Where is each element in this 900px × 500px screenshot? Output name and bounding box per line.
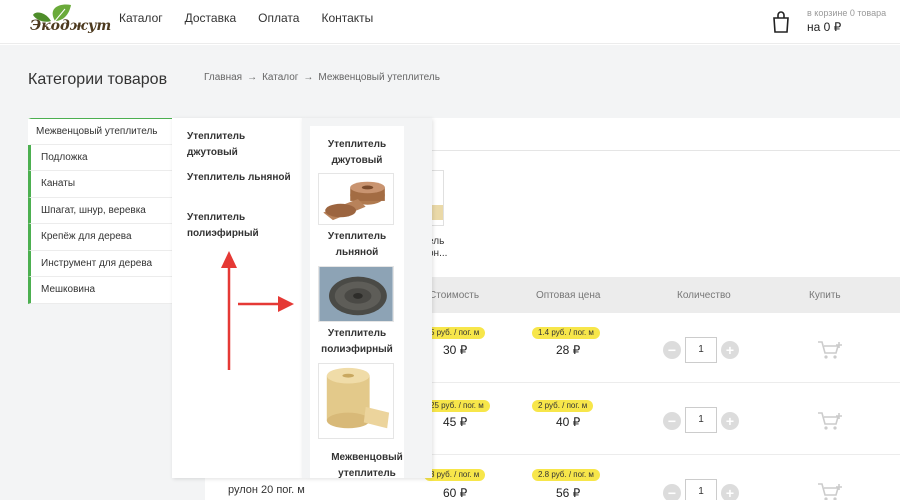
qty-increase-button[interactable]: + bbox=[721, 484, 739, 500]
qty-increase-button[interactable]: + bbox=[721, 341, 739, 359]
unit-price-badge: 5 руб. / пог. м bbox=[424, 327, 486, 339]
breadcrumb-current: Межвенцовый утеплитель bbox=[318, 72, 440, 83]
price: 45 ₽ bbox=[443, 415, 468, 429]
sidebar-item-wood-fasteners[interactable]: Крепёж для дерева bbox=[28, 224, 176, 251]
main-nav: Каталог Доставка Оплата Контакты bbox=[119, 11, 395, 25]
price: 60 ₽ bbox=[443, 486, 468, 500]
shopping-bag-icon[interactable] bbox=[771, 10, 791, 34]
sidebar-item-wood-tools[interactable]: Инструмент для дерева bbox=[28, 250, 176, 277]
preview-title-linen[interactable]: Утеплитель льняной bbox=[310, 229, 404, 261]
nav-delivery[interactable]: Доставка bbox=[185, 11, 237, 25]
breadcrumb: Главная → Каталог → Межвенцовый утеплите… bbox=[204, 72, 440, 83]
page-title: Категории товаров bbox=[28, 71, 168, 88]
col-buy-header: Купить bbox=[809, 290, 841, 301]
submenu-item-linen[interactable]: Утеплитель льняной bbox=[187, 170, 297, 186]
col-price-header: Стоимость bbox=[429, 290, 480, 301]
add-to-cart-icon[interactable] bbox=[817, 340, 843, 360]
col-quantity-header: Количество bbox=[677, 290, 731, 301]
breadcrumb-arrow: → bbox=[303, 72, 314, 83]
sidebar-item-twine[interactable]: Шпагат, шнур, веревка bbox=[28, 197, 176, 224]
wholesale-price: 40 ₽ bbox=[556, 415, 581, 429]
site-header: Экоджут Каталог Доставка Оплата Контакты… bbox=[0, 0, 900, 44]
sidebar-item-underlay[interactable]: Подложка bbox=[28, 144, 176, 171]
jute-roll-image[interactable] bbox=[318, 173, 394, 225]
polyester-roll-image[interactable] bbox=[318, 363, 394, 439]
logo-text[interactable]: Экоджут bbox=[30, 18, 111, 34]
breadcrumb-home[interactable]: Главная bbox=[204, 72, 242, 83]
category-sidebar: Межвенцовый утеплитель Подложка Канаты Ш… bbox=[28, 118, 176, 304]
sidebar-item-burlap[interactable]: Мешковина bbox=[28, 277, 176, 304]
qty-input[interactable]: 1 bbox=[685, 337, 717, 363]
product-name[interactable]: рулон 20 пог. м bbox=[228, 484, 305, 496]
sidebar-item-interventional-insulation[interactable]: Межвенцовый утеплитель bbox=[28, 118, 176, 145]
breadcrumb-arrow: → bbox=[247, 72, 258, 83]
qty-increase-button[interactable]: + bbox=[721, 412, 739, 430]
linen-roll-image[interactable] bbox=[318, 266, 394, 322]
wholesale-price: 56 ₽ bbox=[556, 486, 581, 500]
price: 30 ₽ bbox=[443, 343, 468, 357]
wholesale-unit-badge: 2 руб. / пог. м bbox=[532, 400, 594, 412]
preview-title-polyester[interactable]: Утеплитель полиэфирный bbox=[310, 326, 404, 358]
add-to-cart-icon[interactable] bbox=[817, 411, 843, 431]
cart-count[interactable]: в корзине 0 товара bbox=[807, 8, 886, 18]
submenu-item-jute[interactable]: Утеплитель джутовый bbox=[187, 129, 297, 161]
submenu-item-polyester[interactable]: Утеплитель полиэфирный bbox=[187, 210, 297, 242]
wholesale-unit-badge: 1.4 руб. / пог. м bbox=[532, 327, 600, 339]
col-wholesale-header: Оптовая цена bbox=[536, 290, 601, 301]
unit-price-badge: 25 руб. / пог. м bbox=[424, 400, 490, 412]
nav-catalog[interactable]: Каталог bbox=[119, 11, 163, 25]
qty-input[interactable]: 1 bbox=[685, 479, 717, 500]
qty-input[interactable]: 1 bbox=[685, 407, 717, 433]
breadcrumb-catalog[interactable]: Каталог bbox=[262, 72, 298, 83]
cart-sum[interactable]: на 0 ₽ bbox=[807, 20, 841, 34]
sidebar-item-ropes[interactable]: Канаты bbox=[28, 171, 176, 198]
unit-price-badge: 3 руб. / пог. м bbox=[424, 469, 486, 481]
nav-payment[interactable]: Оплата bbox=[258, 11, 299, 25]
preview-title-interventional[interactable]: Межвенцовый утеплитель bbox=[320, 450, 414, 482]
nav-contacts[interactable]: Контакты bbox=[321, 11, 373, 25]
add-to-cart-icon[interactable] bbox=[817, 482, 843, 500]
wholesale-unit-badge: 2.8 руб. / пог. м bbox=[532, 469, 600, 481]
qty-decrease-button[interactable]: − bbox=[663, 412, 681, 430]
wholesale-price: 28 ₽ bbox=[556, 343, 581, 357]
preview-title-jute[interactable]: Утеплитель джутовый bbox=[310, 137, 404, 169]
qty-decrease-button[interactable]: − bbox=[663, 341, 681, 359]
qty-decrease-button[interactable]: − bbox=[663, 484, 681, 500]
